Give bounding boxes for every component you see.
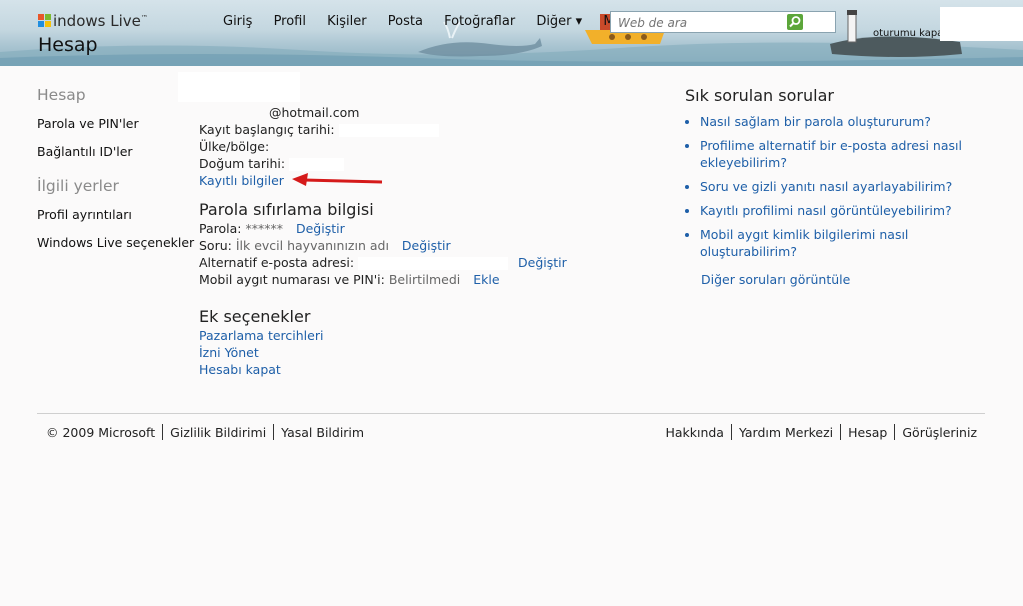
alt-email-row: Alternatif e-posta adresi: Değiştir [199,254,669,271]
nav-giris[interactable]: Giriş [223,14,252,29]
mobile-add-link[interactable]: Ekle [473,272,499,287]
country-label: Ülke/bölge: [199,139,270,154]
header-landscape [0,10,1023,66]
registration-date-row: Kayıt başlangıç tarihi: [199,121,669,138]
email-suffix: @hotmail.com [269,105,360,120]
search-input[interactable] [616,13,790,33]
faq-item[interactable]: Mobil aygıt kimlik bilgilerimi nasıl olu… [700,226,995,260]
faq-panel: Sık sorulan sorular Nasıl sağlam bir par… [685,86,995,287]
sidebar-item-passwords[interactable]: Parola ve PIN'ler [37,116,194,131]
marketing-preferences-link[interactable]: Pazarlama tercihleri [199,327,669,344]
alt-email-label: Alternatif e-posta adresi: [199,255,355,270]
sidebar-heading-related: İlgili yerler [37,177,119,195]
faq-item[interactable]: Soru ve gizli yanıtı nasıl ayarlayabilir… [700,178,995,195]
redacted-value [338,124,439,137]
faq-list: Nasıl sağlam bir parola oluştururum? Pro… [685,113,995,260]
footer-separator [162,424,164,440]
account-main: @hotmail.com Kayıt başlangıç tarihi: Ülk… [199,104,669,378]
close-account-link[interactable]: Hesabı kapat [199,361,669,378]
page-section-title: Hesap [38,34,98,56]
faq-item[interactable]: Kayıtlı profilimi nasıl görüntüleyebilir… [700,202,995,219]
country-row: Ülke/bölge: [199,138,669,155]
registration-date-label: Kayıt başlangıç tarihi: [199,122,335,137]
faq-item[interactable]: Nasıl sağlam bir parola oluştururum? [700,113,995,130]
question-row: Soru: İlk evcil hayvanınızın adı Değişti… [199,237,669,254]
faq-title: Sık sorulan sorular [685,86,834,105]
redacted-value [289,158,345,171]
registered-info-row: Kayıtlı bilgiler [199,172,669,189]
account-email: @hotmail.com [199,104,669,121]
birth-date-row: Doğum tarihi: [199,155,669,172]
birth-date-label: Doğum tarihi: [199,156,286,171]
mobile-label: Mobil aygıt numarası ve PIN'i: [199,272,385,287]
question-change-link[interactable]: Değiştir [402,238,451,253]
password-reset-title: Parola sıfırlama bilgisi [199,200,374,219]
search-icon [789,16,801,28]
password-change-link[interactable]: Değiştir [296,221,345,236]
question-label: Soru: [199,238,232,253]
header: indows Live™ Hesap Giriş Profil Kişiler … [0,0,1023,66]
password-label: Parola: [199,221,242,236]
left-sidebar: Hesap Parola ve PIN'ler Bağlantılı ID'le… [37,86,194,263]
brand-trademark: ™ [140,14,148,22]
feedback-link[interactable]: Görüşleriniz [902,425,977,440]
about-link[interactable]: Hakkında [665,425,724,440]
signout-link[interactable]: oturumu kapat [873,28,947,39]
manage-permission-link[interactable]: İzni Yönet [199,344,669,361]
alt-email-change-link[interactable]: Değiştir [518,255,567,270]
web-search-box [610,11,836,33]
password-row: Parola: ****** Değiştir [199,220,669,237]
search-button[interactable] [787,14,803,30]
nav-diger-dropdown[interactable]: Diğer ▾ [536,14,582,29]
sidebar-heading-hesap: Hesap [37,86,86,104]
sidebar-item-live-options[interactable]: Windows Live seçenekler [37,235,194,250]
sidebar-item-profile-details[interactable]: Profil ayrıntıları [37,207,194,222]
privacy-link[interactable]: Gizlilik Bildirimi [170,425,266,440]
footer-right: Hakkında Yardım Merkezi Hesap Görüşleriniz [665,424,977,440]
footer-left: © 2009 Microsoft Gizlilik Bildirimi Yasal … [46,424,364,440]
sidebar-item-linked-ids[interactable]: Bağlantılı ID'ler [37,144,194,159]
account-link[interactable]: Hesap [848,425,887,440]
footer-separator [894,424,896,440]
question-value: İlk evcil hayvanınızın adı [235,238,389,253]
redacted-user-area [940,7,1023,41]
nav-profil[interactable]: Profil [274,14,306,29]
password-value: ****** [245,221,283,236]
nav-fotograflar[interactable]: Fotoğraflar [444,14,515,29]
top-navigation: Giriş Profil Kişiler Posta Fotoğraflar D… [223,14,650,29]
footer-separator [730,424,732,440]
faq-item[interactable]: Profilime alternatif bir e-posta adresi … [700,137,995,171]
help-center-link[interactable]: Yardım Merkezi [739,425,833,440]
nav-posta[interactable]: Posta [388,14,423,29]
extra-links: Pazarlama tercihleri İzni Yönet Hesabı k… [199,327,669,378]
legal-link[interactable]: Yasal Bildirim [281,425,364,440]
copyright: © 2009 Microsoft [46,425,156,440]
extra-options-title: Ek seçenekler [199,307,311,326]
footer-separator [273,424,275,440]
redacted-value [358,257,509,270]
footer-separator [840,424,842,440]
faq-more-link[interactable]: Diğer soruları görüntüle [701,272,995,287]
mobile-value: Belirtilmedi [388,272,461,287]
brand-text: indows Live [53,12,141,30]
registered-info-link[interactable]: Kayıtlı bilgiler [199,173,284,188]
redacted-name [178,72,300,102]
windows-flag-icon [38,14,51,27]
red-arrow-annotation [291,173,382,186]
nav-kisiler[interactable]: Kişiler [327,14,366,29]
windows-live-logo[interactable]: indows Live™ [38,12,148,30]
footer-divider [37,413,985,414]
mobile-row: Mobil aygıt numarası ve PIN'i: Belirtilm… [199,271,669,288]
